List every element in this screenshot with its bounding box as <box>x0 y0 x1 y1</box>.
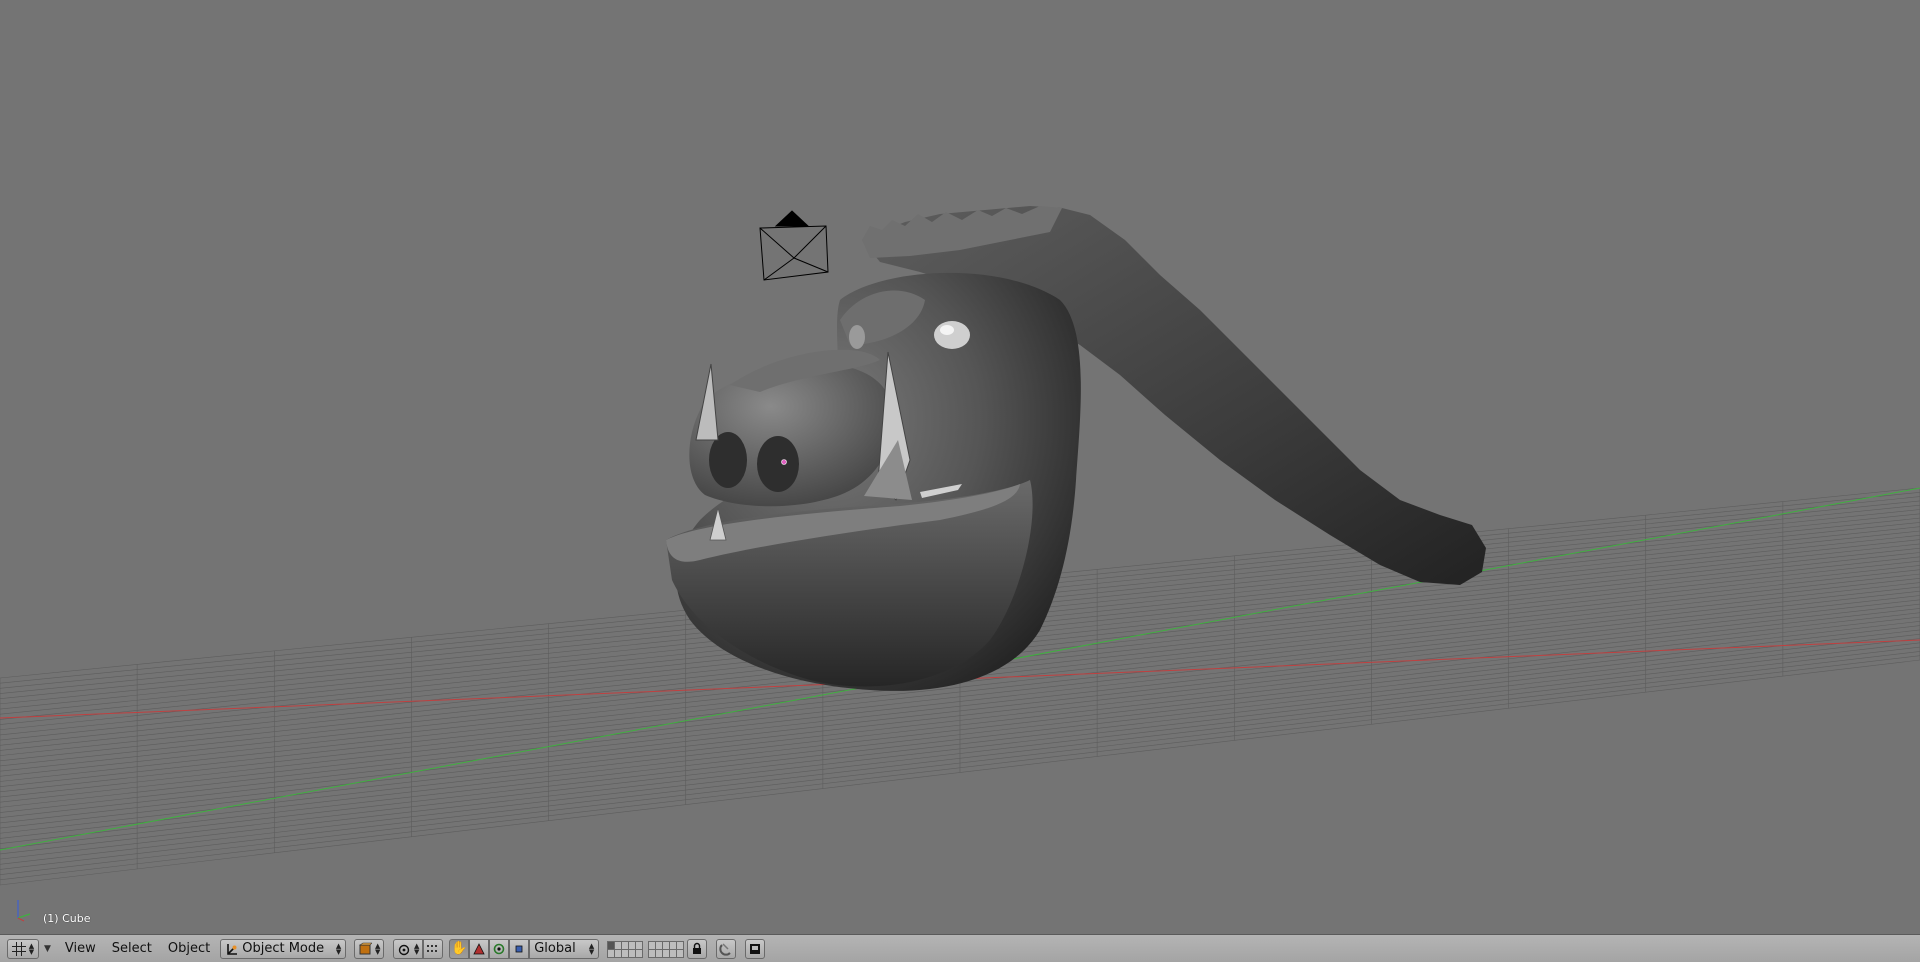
menu-object[interactable]: Object <box>160 939 218 959</box>
dropdown-arrows-icon: ▲ ▼ <box>375 941 381 956</box>
rotate-manipulator-button[interactable] <box>489 938 510 959</box>
nostril-right <box>757 436 799 492</box>
collapse-menus-toggle[interactable]: ▼ <box>44 944 51 954</box>
solid-shading-icon <box>359 942 373 954</box>
scale-icon <box>515 945 523 952</box>
3d-viewport[interactable]: (1) Cube <box>0 0 1920 934</box>
axis-orientation-gizmo <box>17 900 31 922</box>
pivot-point-menu[interactable]: ▲ ▼ <box>393 938 424 959</box>
render-preview-button[interactable] <box>745 938 766 959</box>
pivot-point-icon <box>398 944 410 955</box>
scene-canvas[interactable] <box>0 0 1920 934</box>
layer-buttons-group-1[interactable] <box>607 939 644 959</box>
viewport-header: ▲ ▼ ▼ View Select Object Object Mode ▲ ▼ ▲… <box>0 934 1920 962</box>
orientation-label: Global <box>534 941 576 956</box>
dropdown-arrows-icon: ▲ ▼ <box>588 941 595 956</box>
mode-selector[interactable]: Object Mode ▲ ▼ <box>220 938 347 959</box>
snap-magnet-icon <box>719 942 731 956</box>
pivot-center-toggle[interactable] <box>423 938 444 959</box>
rotate-icon <box>493 943 505 954</box>
dropdown-arrows-icon: ▲ ▼ <box>414 941 420 956</box>
camera-object[interactable] <box>759 210 829 281</box>
viewport-shading-menu[interactable]: ▲ ▼ <box>354 938 385 959</box>
mode-label: Object Mode <box>242 941 325 956</box>
object-mode-icon <box>227 943 238 955</box>
eye-right <box>934 321 970 349</box>
lock-icon <box>693 942 702 954</box>
editor-type-menu[interactable]: ▲ ▼ <box>7 938 39 959</box>
transform-orientation-selector[interactable]: Global ▲ ▼ <box>529 938 600 959</box>
active-object-label: (1) Cube <box>43 912 91 925</box>
scale-manipulator-button[interactable] <box>509 938 530 959</box>
render-preview-icon <box>750 943 761 954</box>
manipulator-toggle[interactable]: ✋ <box>449 938 470 959</box>
translate-icon <box>473 942 485 954</box>
layer-buttons-group-2[interactable] <box>648 939 685 959</box>
snap-toggle[interactable] <box>716 938 737 959</box>
eye-left <box>849 325 865 349</box>
dropdown-arrows-icon: ▲ ▼ <box>335 941 342 956</box>
dotted-grid-icon <box>427 944 438 952</box>
triangle-down-icon: ▼ <box>44 943 51 954</box>
snout-mesh[interactable] <box>689 349 893 507</box>
menu-select[interactable]: Select <box>104 939 160 959</box>
layer-20[interactable] <box>676 948 685 958</box>
dropdown-arrows-icon: ▲ ▼ <box>28 941 35 956</box>
layer-15[interactable] <box>635 948 644 958</box>
lock-camera-layers-button[interactable] <box>687 938 708 959</box>
hand-manipulator-icon: ✋ <box>451 941 468 956</box>
translate-manipulator-button[interactable] <box>469 938 490 959</box>
grid-icon <box>11 941 26 956</box>
menu-view[interactable]: View <box>57 939 104 959</box>
